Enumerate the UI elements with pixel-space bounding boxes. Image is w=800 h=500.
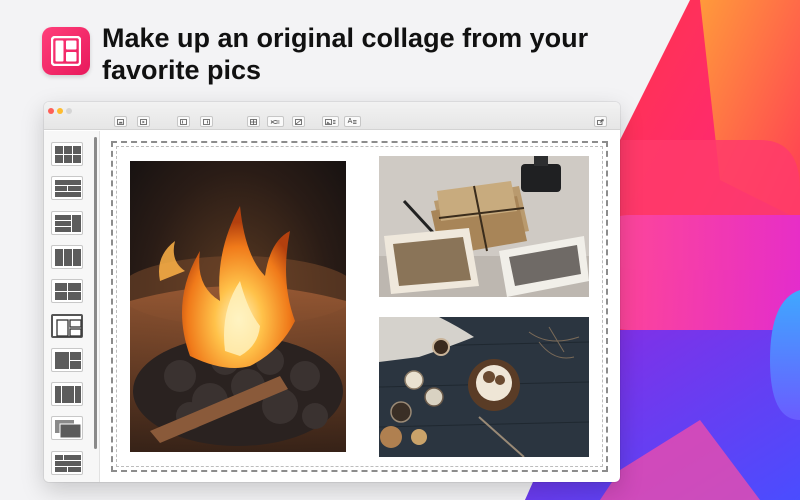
layout-sidebar (44, 131, 100, 482)
close-window-button[interactable] (48, 108, 54, 114)
layout-big-left-alt[interactable] (51, 348, 83, 372)
image-settings-icon (325, 118, 336, 125)
minimize-window-button[interactable] (57, 108, 63, 114)
share-button[interactable] (594, 116, 607, 127)
layout-columns-icon (55, 249, 81, 266)
image-settings-button[interactable] (322, 116, 339, 127)
redo-icon (203, 118, 210, 125)
layout-columns[interactable] (51, 245, 83, 269)
layout-columns-alt[interactable] (51, 382, 83, 406)
layout-mixed-alt[interactable] (51, 451, 83, 475)
layout-big-left-alt-icon (55, 352, 81, 369)
sidebar-scrollbar[interactable] (94, 137, 97, 449)
old-letters-image (379, 156, 589, 297)
app-icon (42, 27, 90, 75)
campfire-image (130, 161, 346, 452)
headline-line-2: favorite pics (102, 55, 262, 85)
title-bar: A (44, 102, 620, 130)
undo-button[interactable] (177, 116, 190, 127)
layout-big-left[interactable] (51, 314, 83, 338)
text-button[interactable]: A (344, 116, 361, 127)
headline-line-1: Make up an original collage from your (102, 23, 589, 53)
undo-icon (180, 118, 187, 125)
headline: Make up an original collage from your fa… (102, 22, 602, 86)
layout-mixed-alt-icon (55, 455, 81, 472)
layout-grid-2x2-icon (55, 283, 81, 300)
photo-icon (117, 118, 124, 125)
layout-overlap[interactable] (51, 416, 83, 440)
campfire-photo[interactable] (130, 161, 346, 452)
layout-big-left-icon (56, 319, 82, 337)
layout-overlap-icon (55, 420, 81, 438)
add-photo-button[interactable] (114, 116, 127, 127)
share-icon (597, 118, 604, 125)
layout-columns-alt-icon (55, 386, 81, 403)
add-video-button[interactable] (137, 116, 150, 127)
food-table-photo[interactable] (379, 317, 589, 457)
redo-button[interactable] (200, 116, 213, 127)
layout-grid-2x3-icon (55, 146, 81, 163)
play-icon (140, 118, 147, 125)
zoom-window-button[interactable] (66, 108, 72, 114)
slash-icon (295, 118, 302, 125)
grid-settings-button[interactable] (247, 116, 260, 127)
layout-rows-icon (55, 180, 81, 197)
layout-grid-2x2[interactable] (51, 279, 83, 303)
layout-mixed-icon (55, 215, 81, 232)
food-table-image (379, 317, 589, 457)
shuffle-button[interactable] (267, 116, 284, 127)
grid-icon (250, 118, 257, 125)
layout-rows[interactable] (51, 176, 83, 200)
layout-grid-2x3[interactable] (51, 142, 83, 166)
collage-grid-icon (51, 36, 81, 66)
app-window: A (44, 102, 620, 482)
old-letters-photo[interactable] (379, 156, 589, 297)
shuffle-icon (270, 119, 280, 124)
layout-mixed[interactable] (51, 211, 83, 235)
text-lines-icon (353, 119, 357, 124)
remove-button[interactable] (292, 116, 305, 127)
